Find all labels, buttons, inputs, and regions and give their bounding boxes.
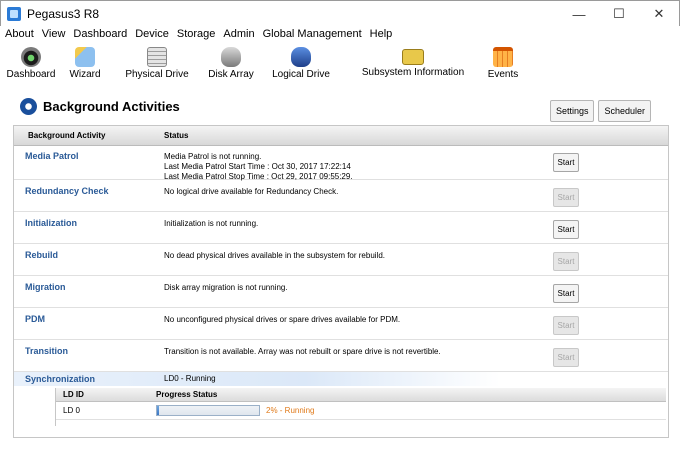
toolbar-label: Physical Drive [125, 69, 189, 80]
scheduler-button[interactable]: Scheduler [598, 100, 651, 122]
menu-admin[interactable]: Admin [219, 28, 258, 40]
activity-name[interactable]: Synchronization [25, 374, 95, 384]
activity-name[interactable]: Redundancy Check [25, 186, 109, 196]
title-bar: Pegasus3 R8 — ☐ ✕ [0, 0, 680, 26]
start-button[interactable]: Start [553, 252, 579, 271]
toolbar-label: Wizard [69, 69, 101, 80]
status-line: Disk array migration is not running. [164, 283, 288, 292]
start-button[interactable]: Start [553, 316, 579, 335]
events-icon [493, 47, 513, 67]
minimize-button[interactable]: — [559, 1, 599, 27]
menu-view[interactable]: View [38, 28, 70, 40]
window-title: Pegasus3 R8 [27, 6, 100, 21]
activity-status: No unconfigured physical drives or spare… [164, 315, 400, 325]
column-progress-status: Progress Status [156, 390, 218, 399]
activity-status: Transition is not available. Array was n… [164, 347, 441, 357]
disk-array-icon [221, 47, 241, 67]
toolbar-subsystem-information[interactable]: Subsystem Information [357, 44, 469, 84]
progress-bar [156, 405, 260, 416]
toolbar-dashboard[interactable]: Dashboard [4, 44, 58, 84]
activity-name[interactable]: Transition [25, 346, 68, 356]
gear-icon [20, 98, 37, 115]
table-row-initialization: Initialization Initialization is not run… [14, 212, 668, 244]
start-button[interactable]: Start [553, 284, 579, 303]
activity-status: Media Patrol is not running. Last Media … [164, 152, 353, 182]
table-row-redundancy-check: Redundancy Check No logical drive availa… [14, 180, 668, 212]
progress-fill [157, 406, 160, 415]
toolbar-label: Subsystem Information [361, 67, 465, 78]
background-activities-panel: Background Activities Settings Scheduler… [0, 88, 680, 471]
start-button[interactable]: Start [553, 220, 579, 239]
menu-storage[interactable]: Storage [173, 28, 220, 40]
column-background-activity: Background Activity [28, 131, 106, 140]
status-line: Transition is not available. Array was n… [164, 347, 441, 356]
menu-help[interactable]: Help [366, 28, 397, 40]
activity-name[interactable]: Rebuild [25, 250, 58, 260]
menu-device[interactable]: Device [131, 28, 173, 40]
status-line: Media Patrol is not running. [164, 152, 262, 161]
activity-status: LD0 - Running [164, 374, 216, 383]
subsystem-info-icon [402, 49, 424, 65]
activity-name[interactable]: PDM [25, 314, 45, 324]
toolbar-disk-array[interactable]: Disk Array [205, 44, 257, 84]
toolbar-events[interactable]: Events [483, 44, 523, 84]
sync-progress-table: LD ID Progress Status LD 0 2% - Running [55, 388, 666, 426]
menu-dashboard[interactable]: Dashboard [69, 28, 131, 40]
menu-global-management[interactable]: Global Management [259, 28, 366, 40]
menu-bar: About View Dashboard Device Storage Admi… [0, 26, 680, 42]
status-line: Initialization is not running. [164, 219, 259, 228]
column-status: Status [164, 131, 189, 140]
dashboard-icon [21, 47, 41, 67]
table-row-transition: Transition Transition is not available. … [14, 340, 668, 372]
activities-table: Background Activity Status Media Patrol … [13, 125, 669, 438]
window-controls: — ☐ ✕ [559, 1, 679, 27]
ld-id: LD 0 [63, 406, 80, 415]
panel-actions: Settings Scheduler [549, 100, 651, 122]
table-row-migration: Migration Disk array migration is not ru… [14, 276, 668, 308]
status-line: No unconfigured physical drives or spare… [164, 315, 401, 324]
toolbar: Dashboard Wizard Physical Drive Disk Arr… [0, 44, 680, 86]
toolbar-wizard[interactable]: Wizard [64, 44, 106, 84]
toolbar-label: Disk Array [208, 69, 254, 80]
activity-name[interactable]: Migration [25, 282, 66, 292]
menu-about[interactable]: About [0, 28, 38, 40]
table-row-media-patrol: Media Patrol Media Patrol is not running… [14, 146, 668, 182]
start-button[interactable]: Start [553, 153, 579, 172]
toolbar-label: Dashboard [6, 69, 56, 80]
toolbar-label: Logical Drive [272, 69, 330, 80]
app-icon [7, 6, 21, 21]
toolbar-logical-drive[interactable]: Logical Drive [271, 44, 331, 84]
activity-name[interactable]: Media Patrol [25, 151, 79, 161]
table-row-synchronization: Synchronization LD0 - Running LD ID Prog… [14, 372, 668, 426]
activity-status: No dead physical drives available in the… [164, 251, 385, 261]
close-button[interactable]: ✕ [639, 1, 679, 27]
physical-drive-icon [147, 47, 167, 67]
maximize-button[interactable]: ☐ [599, 1, 639, 27]
toolbar-physical-drive[interactable]: Physical Drive [123, 44, 191, 84]
logical-drive-icon [291, 47, 311, 67]
progress-text: 2% - Running [266, 406, 315, 415]
status-line: No dead physical drives available in the… [164, 251, 386, 260]
table-row-rebuild: Rebuild No dead physical drives availabl… [14, 244, 668, 276]
start-button[interactable]: Start [553, 188, 579, 207]
wizard-icon [75, 47, 95, 67]
settings-button[interactable]: Settings [549, 100, 595, 122]
table-header: Background Activity Status [14, 126, 668, 146]
sub-table-row: LD 0 2% - Running [56, 402, 666, 420]
start-button[interactable]: Start [553, 348, 579, 367]
column-ld-id: LD ID [63, 390, 84, 399]
activity-name[interactable]: Initialization [25, 218, 77, 228]
activity-status: No logical drive available for Redundanc… [164, 187, 338, 197]
page-title: Background Activities [43, 99, 180, 114]
table-row-pdm: PDM No unconfigured physical drives or s… [14, 308, 668, 340]
sub-table-header: LD ID Progress Status [56, 388, 666, 402]
toolbar-label: Events [487, 69, 519, 80]
activity-status: Initialization is not running. [164, 219, 258, 229]
status-line: Last Media Patrol Start Time : Oct 30, 2… [164, 162, 351, 171]
panel-header: Background Activities [20, 98, 180, 115]
status-line: No logical drive available for Redundanc… [164, 187, 339, 196]
activity-status: Disk array migration is not running. [164, 283, 288, 293]
